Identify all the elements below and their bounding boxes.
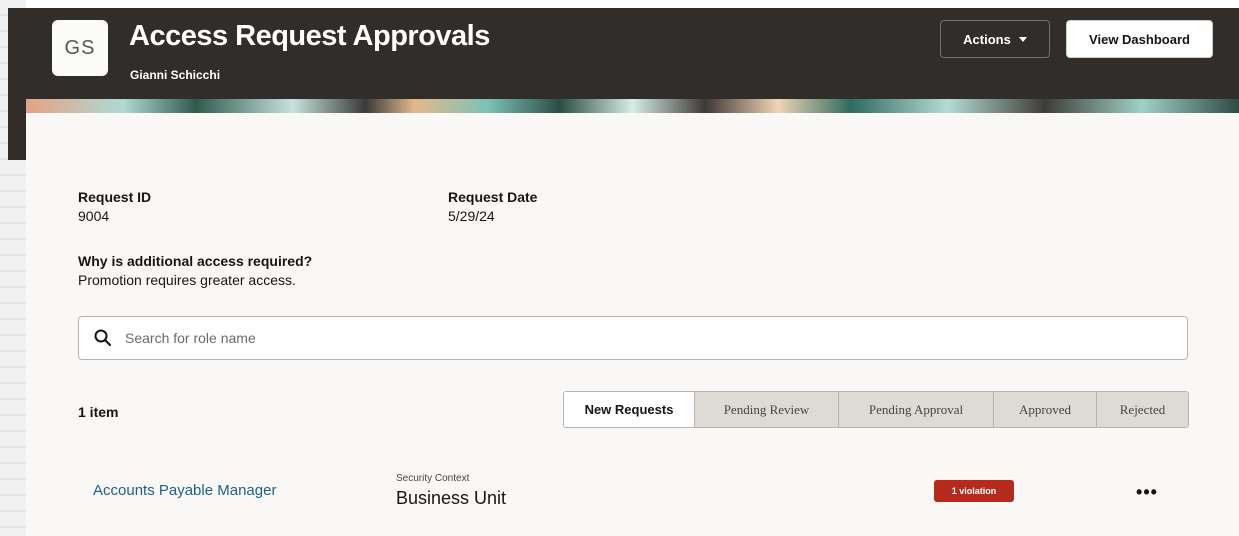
tab-approved[interactable]: Approved (993, 392, 1096, 427)
decorative-banner (26, 99, 1239, 113)
tab-rejected[interactable]: Rejected (1096, 392, 1188, 427)
search-field[interactable] (78, 316, 1188, 360)
caret-down-icon (1018, 36, 1027, 42)
tab-new-requests[interactable]: New Requests (564, 392, 694, 427)
search-input[interactable] (125, 330, 1025, 346)
search-icon (94, 329, 112, 347)
request-date-label: Request Date (448, 189, 538, 205)
request-date-value: 5/29/24 (448, 208, 495, 224)
violation-badge[interactable]: 1 violation (934, 480, 1014, 502)
justification-label: Why is additional access required? (78, 253, 313, 269)
actions-button-label: Actions (963, 31, 1011, 47)
request-id-label: Request ID (78, 189, 152, 205)
page-title: Access Request Approvals (129, 20, 490, 52)
avatar: GS (52, 20, 108, 76)
security-context-label: Security Context (396, 473, 470, 484)
request-card: Request ID 9004 Request Date 5/29/24 Why… (26, 113, 1239, 536)
tab-pending-approval[interactable]: Pending Approval (838, 392, 993, 427)
more-options-icon[interactable]: ••• (1132, 481, 1162, 503)
view-dashboard-button[interactable]: View Dashboard (1066, 20, 1213, 58)
role-name-link[interactable]: Accounts Payable Manager (93, 482, 276, 499)
request-id-value: 9004 (78, 208, 110, 224)
status-tabs: New Requests Pending Review Pending Appr… (563, 391, 1189, 428)
item-count: 1 item (78, 404, 119, 420)
tab-pending-review[interactable]: Pending Review (694, 392, 838, 427)
page-subtitle: Gianni Schicchi (130, 68, 221, 82)
security-context-value: Business Unit (396, 488, 507, 508)
actions-menu-button[interactable]: Actions (940, 20, 1050, 58)
justification-value: Promotion requires greater access. (78, 272, 296, 288)
